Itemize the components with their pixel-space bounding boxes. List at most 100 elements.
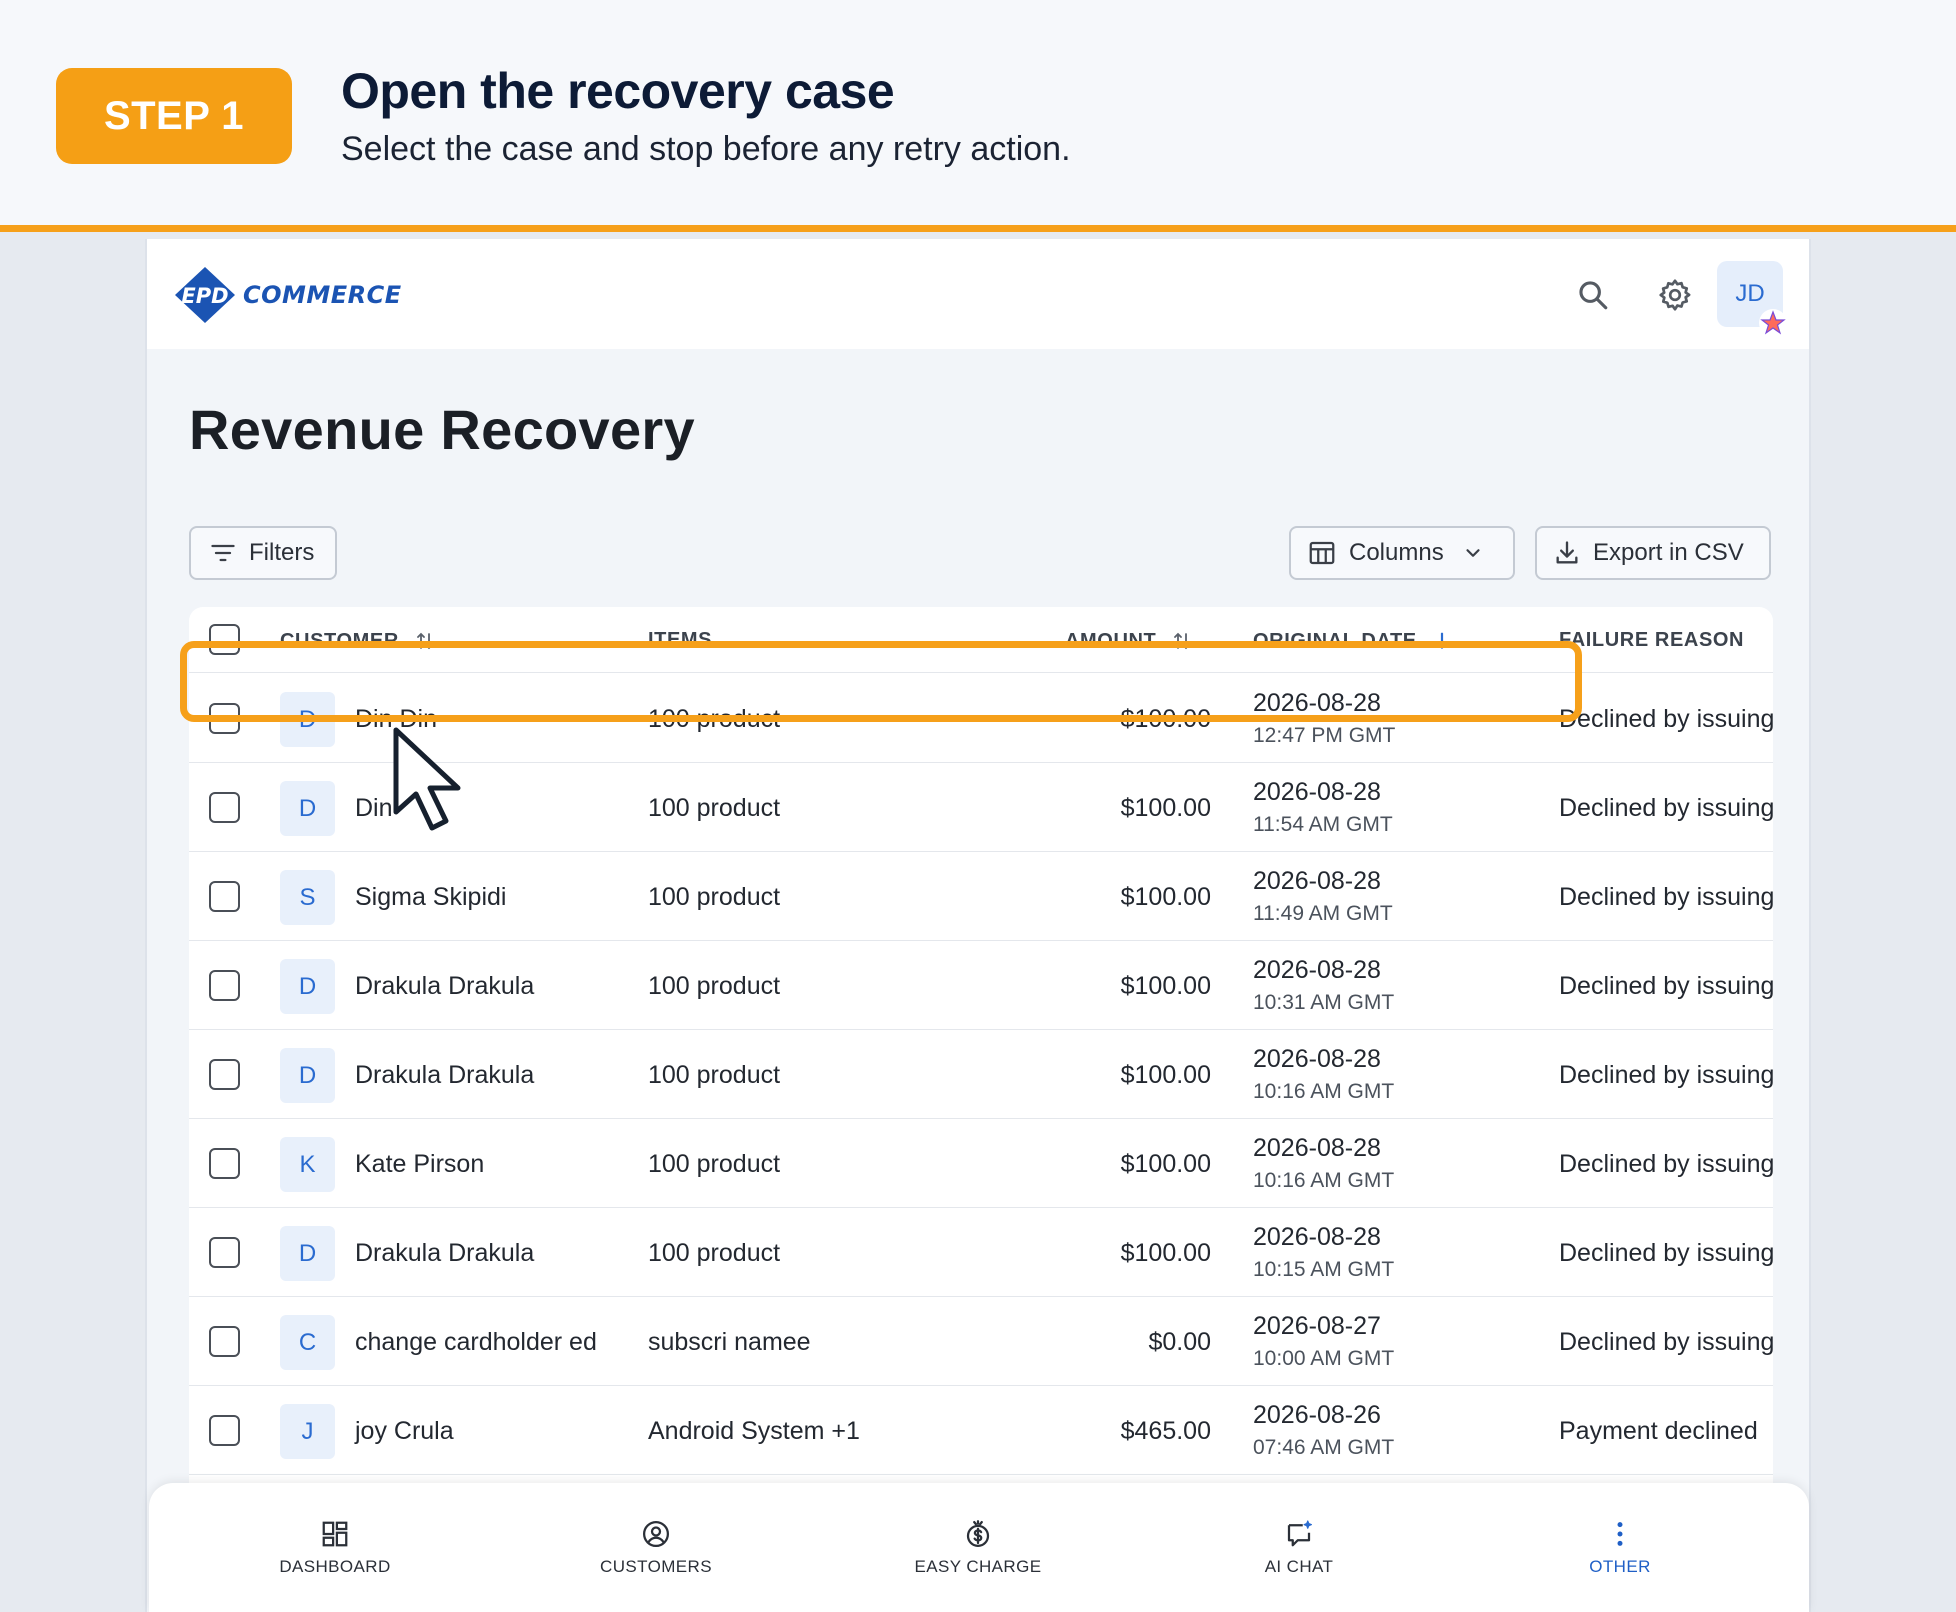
failure-reason-cell: Declined by issuing — [1559, 1061, 1773, 1089]
col-header-failure-reason: FAILURE REASON — [1559, 629, 1745, 651]
row-checkbox[interactable] — [209, 703, 240, 734]
items-cell: subscri namee — [648, 1328, 811, 1356]
table-row[interactable]: D Drakula Drakula 100 product $100.00 2026-0… — [189, 1208, 1773, 1297]
items-cell: 100 product — [648, 1061, 781, 1089]
nav-customers[interactable]: CUSTOMERS — [496, 1483, 816, 1612]
step-title: Open the recovery case — [341, 63, 895, 119]
time-cell: 10:15 AM GMT — [1253, 1258, 1395, 1281]
col-header-items: ITEMS — [648, 629, 713, 651]
time-cell: 11:49 AM GMT — [1253, 902, 1393, 925]
amount-cell: $100.00 — [1120, 794, 1211, 822]
table-row[interactable]: Cchange cardholder ed subscri namee $0.00 2… — [189, 1297, 1773, 1386]
row-checkbox[interactable] — [209, 881, 240, 912]
date-cell: 2026-08-28 — [1253, 867, 1381, 895]
bottom-navigation: DASHBOARD CUSTOMERS EASY CHARGE AI CHAT … — [149, 1483, 1809, 1612]
failure-reason-cell: Declined by issuing — [1559, 883, 1773, 911]
filter-icon — [211, 544, 235, 562]
items-cell: 100 product — [648, 1150, 781, 1178]
export-csv-label: Export in CSV — [1593, 539, 1744, 566]
logo-mark-icon: EPD — [175, 267, 235, 323]
columns-label: Columns — [1349, 539, 1444, 566]
row-checkbox[interactable] — [209, 1059, 240, 1090]
table-row[interactable]: D Drakula Drakula 100 product $100.00 2026-0… — [189, 941, 1773, 1030]
gear-icon — [1659, 279, 1691, 311]
col-header-amount[interactable]: AMOUNT — [1065, 629, 1194, 653]
date-cell: 2026-08-28 — [1253, 1134, 1381, 1162]
items-cell: 100 product — [648, 883, 781, 911]
customer-name: Drakula Drakula — [355, 1061, 535, 1089]
mouse-cursor-icon — [393, 727, 461, 831]
search-button[interactable] — [1565, 267, 1621, 323]
row-checkbox[interactable] — [209, 1326, 240, 1357]
table-row[interactable]: S Sigma Skipidi 100 product $100.00 2026-08-… — [189, 852, 1773, 941]
columns-button[interactable]: Columns — [1289, 526, 1515, 580]
more-vertical-icon — [1617, 1521, 1623, 1546]
nav-ai-chat[interactable]: AI CHAT — [1139, 1483, 1459, 1612]
settings-button[interactable] — [1647, 267, 1703, 323]
row-checkbox[interactable] — [209, 1415, 240, 1446]
logo-mark: EPD — [181, 284, 228, 308]
row-checkbox[interactable] — [209, 792, 240, 823]
amount-cell: $100.00 — [1120, 883, 1211, 911]
failure-reason-cell: Declined by issuing — [1559, 794, 1773, 822]
select-all-checkbox[interactable] — [209, 624, 240, 655]
failure-reason-cell: Declined by issuing — [1559, 1328, 1773, 1356]
columns-icon — [1309, 541, 1335, 565]
sort-icon — [1174, 632, 1191, 650]
row-checkbox[interactable] — [209, 1237, 240, 1268]
nav-other[interactable]: OTHER — [1460, 1483, 1780, 1612]
filters-label: Filters — [249, 539, 315, 566]
time-cell: 07:46 AM GMT — [1253, 1436, 1395, 1459]
filters-button[interactable]: Filters — [189, 526, 337, 580]
app-window: EPD COMMERCE JD Revenue Recovery Filters — [145, 239, 1811, 1612]
date-cell: 2026-08-28 — [1253, 1045, 1381, 1073]
col-header-customer-label: CUSTOMER — [280, 629, 399, 652]
customer-name: Drakula Drakula — [355, 972, 535, 1000]
amount-cell: $100.00 — [1120, 1239, 1211, 1267]
col-header-original-date[interactable]: ORIGINAL DATE — [1253, 629, 1453, 653]
page-title: Revenue Recovery — [189, 398, 695, 461]
customer-name: joy Crula — [355, 1417, 454, 1445]
nav-dashboard-label: DASHBOARD — [279, 1556, 391, 1576]
date-cell: 2026-08-28 — [1253, 956, 1381, 984]
time-cell: 10:16 AM GMT — [1253, 1080, 1395, 1103]
table-row[interactable]: K Kate Pirson 100 product $100.00 2026-08-28… — [189, 1119, 1773, 1208]
time-cell: 10:00 AM GMT — [1253, 1347, 1395, 1370]
amount-cell: $100.00 — [1120, 705, 1211, 733]
table-row[interactable]: Jjoy Crula Android System +1 $465.00 2026-0… — [189, 1386, 1773, 1475]
table-header: CUSTOMER ITEMS AMOUNT ORIGINAL DATE FAIL… — [189, 607, 1773, 673]
amount-cell: $0.00 — [1148, 1328, 1211, 1356]
customer-initial-badge: D — [280, 692, 335, 747]
items-cell: Android System +1 — [648, 1417, 860, 1445]
download-icon — [1556, 541, 1578, 564]
row-checkbox[interactable] — [209, 970, 240, 1001]
step-banner: STEP 1 Open the recovery case Select the… — [0, 0, 1956, 232]
step-subtitle: Select the case and stop before any retr… — [341, 130, 1071, 168]
date-cell: 2026-08-26 — [1253, 1401, 1381, 1429]
table-row[interactable]: D Drakula Drakula 100 product $100.00 2026-0… — [189, 1030, 1773, 1119]
customer-initial-badge: D — [280, 781, 335, 836]
customer-initial-badge: C — [280, 1315, 335, 1370]
col-header-customer[interactable]: CUSTOMER — [280, 629, 437, 653]
row-checkbox[interactable] — [209, 1148, 240, 1179]
dashboard-icon — [322, 1521, 348, 1546]
items-cell: 100 product — [648, 1239, 781, 1267]
date-cell: 2026-08-28 — [1253, 778, 1381, 806]
customer-initial-badge: D — [280, 959, 335, 1014]
failure-reason-cell: Payment declined — [1559, 1417, 1758, 1445]
failure-reason-cell: Declined by issuing — [1559, 705, 1773, 733]
time-cell: 11:54 AM GMT — [1253, 813, 1393, 836]
date-cell: 2026-08-27 — [1253, 1312, 1381, 1340]
amount-cell: $100.00 — [1120, 1150, 1211, 1178]
time-cell: 10:31 AM GMT — [1253, 991, 1395, 1014]
items-cell: 100 product — [648, 972, 781, 1000]
nav-other-label: OTHER — [1589, 1556, 1651, 1576]
nav-easy-charge[interactable]: EASY CHARGE — [818, 1483, 1138, 1612]
step-badge: STEP 1 — [56, 68, 292, 164]
logo[interactable]: EPD COMMERCE — [173, 265, 402, 325]
nav-ai-chat-label: AI CHAT — [1264, 1556, 1334, 1576]
amount-cell: $100.00 — [1120, 1061, 1211, 1089]
export-csv-button[interactable]: Export in CSV — [1535, 526, 1771, 580]
nav-dashboard[interactable]: DASHBOARD — [175, 1483, 495, 1612]
time-cell: 12:47 PM GMT — [1253, 724, 1396, 747]
